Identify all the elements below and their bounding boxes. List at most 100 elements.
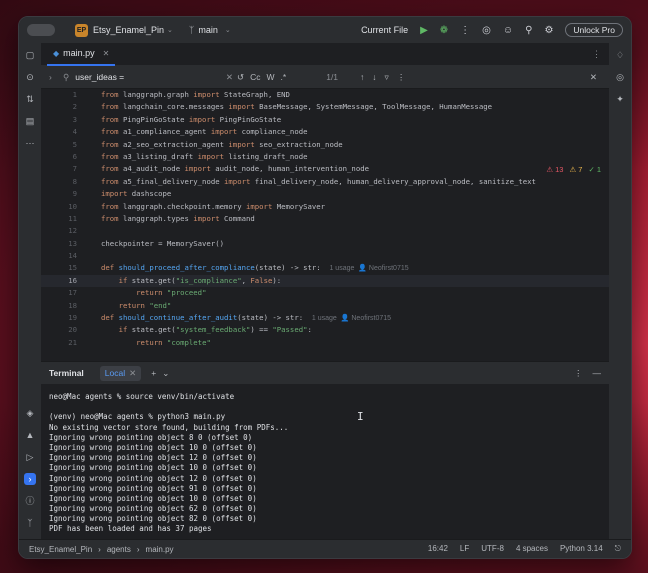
python-packages-icon[interactable]: ◈ xyxy=(24,407,36,419)
breadcrumb-folder[interactable]: agents xyxy=(107,545,131,554)
regex-toggle[interactable]: .* xyxy=(281,72,287,83)
filter-icon[interactable]: ▿ xyxy=(385,72,389,83)
chevron-right-icon[interactable]: › xyxy=(49,72,52,82)
code-line[interactable]: 2 from langchain_core.messages import Bas… xyxy=(41,101,609,113)
breadcrumb-file[interactable]: main.py xyxy=(146,545,174,554)
run-config-selector[interactable]: Current File xyxy=(361,25,408,35)
search-icon[interactable]: ⚲ xyxy=(525,25,532,36)
line-number: 7 xyxy=(72,164,77,174)
bell-icon[interactable]: ♢ xyxy=(614,49,626,61)
pull-request-icon[interactable]: ⇅ xyxy=(24,93,36,105)
more-icon[interactable]: ⋮ xyxy=(574,368,583,379)
plugin-icon[interactable]: ✦ xyxy=(614,93,626,105)
line-number: 8 xyxy=(72,176,77,186)
indent-setting[interactable]: 4 spaces xyxy=(516,544,548,554)
code-text: from langgraph.checkpoint.memory import … xyxy=(101,201,326,211)
code-line[interactable]: 15 def should_proceed_after_compliance(st… xyxy=(41,262,609,274)
ide-window: EP Etsy_Enamel_Pin ⌄ ᛉ main ⌄ Current Fi… xyxy=(18,16,632,559)
terminal-line: Ignoring wrong pointing object 91 0 (off… xyxy=(49,483,257,493)
code-editor[interactable]: 1 from langgraph.graph import StateGraph,… xyxy=(41,89,609,361)
more-icon[interactable]: ⋮ xyxy=(592,49,601,60)
code-text: if state.get("system_feedback") == "Pass… xyxy=(118,325,312,335)
clear-icon[interactable]: ✕ xyxy=(226,72,233,83)
code-line[interactable]: 16 if state.get("is_compliance", False): xyxy=(41,274,609,288)
debug-icon[interactable]: ❁ xyxy=(440,25,448,36)
code-text: return "complete" xyxy=(136,337,211,347)
code-line[interactable]: 7 from a4_audit_node import audit_node, h… xyxy=(41,163,609,175)
terminal-icon[interactable]: › xyxy=(24,473,36,485)
add-tab-icon[interactable]: + xyxy=(151,368,156,378)
code-line[interactable]: 13 checkpointer = MemorySaver() xyxy=(41,238,609,250)
code-line[interactable]: 8 from a5_final_delivery_node import fina… xyxy=(41,176,609,188)
code-line[interactable]: 20 if state.get("system_feedback") == "P… xyxy=(41,324,609,336)
line-separator[interactable]: LF xyxy=(460,544,469,554)
line-number: 16 xyxy=(68,275,77,285)
code-line[interactable]: 10 from langgraph.checkpoint.memory impor… xyxy=(41,201,609,213)
code-line[interactable]: 5 from a2_seo_extraction_agent import seo… xyxy=(41,139,609,151)
branch-selector[interactable]: ᛉ main ⌄ xyxy=(189,25,231,35)
inspection-widget[interactable]: ⚠ 13 ⚠ 7 ✓ 1 xyxy=(546,165,601,174)
line-number: 13 xyxy=(68,238,77,248)
code-line[interactable]: 6 from a3_listing_draft import listing_dr… xyxy=(41,151,609,163)
history-icon[interactable]: ↺ xyxy=(237,72,244,83)
whole-word-toggle[interactable]: W xyxy=(267,72,275,83)
minimize-icon[interactable]: — xyxy=(593,368,602,379)
code-text: from langgraph.types import Command xyxy=(101,213,255,223)
cursor-position[interactable]: 16:42 xyxy=(428,544,448,554)
terminal-output[interactable]: neo@Mac agents % source venv/bin/activat… xyxy=(41,384,609,540)
left-tool-bar: ▢ ⊙ ⇅ ▤ ⋯ ◈ ▲ ▷ › ⓘ ᛉ xyxy=(19,43,42,540)
find-query[interactable]: user_ideas = xyxy=(75,72,124,82)
error-count: ⚠ 13 xyxy=(546,165,564,174)
line-number: 4 xyxy=(72,127,77,137)
chevron-down-icon[interactable]: ⌄ xyxy=(162,368,169,379)
close-icon[interactable]: ✕ xyxy=(129,368,136,379)
layers-icon[interactable]: ▲ xyxy=(24,429,36,441)
line-number: 12 xyxy=(68,226,77,236)
ai-assistant-icon[interactable]: ◎ xyxy=(482,25,491,36)
code-line[interactable]: 18 return "end" xyxy=(41,300,609,312)
close-icon[interactable]: ✕ xyxy=(590,72,597,83)
gear-icon[interactable]: ⚙ xyxy=(544,25,553,36)
breadcrumb-project[interactable]: Etsy_Enamel_Pin xyxy=(29,545,92,554)
file-encoding[interactable]: UTF-8 xyxy=(481,544,504,554)
add-user-icon[interactable]: ☺ xyxy=(503,25,513,36)
terminal-line: Ignoring wrong pointing object 12 0 (off… xyxy=(49,453,257,463)
code-text: from a4_audit_node import audit_node, hu… xyxy=(101,164,369,174)
code-line[interactable]: 4 from a1_compliance_agent import complia… xyxy=(41,126,609,138)
code-line[interactable]: 21 return "complete" xyxy=(41,337,609,349)
folder-icon[interactable]: ▢ xyxy=(24,49,36,61)
line-number: 2 xyxy=(72,102,77,112)
code-line[interactable]: 9 import dashscope xyxy=(41,188,609,200)
run-icon[interactable]: ▶ xyxy=(420,25,428,36)
more-tools-icon[interactable]: ⋯ xyxy=(24,137,36,149)
chevron-down-icon[interactable]: ⌄ xyxy=(167,26,173,34)
commit-icon[interactable]: ⊙ xyxy=(24,71,36,83)
match-case-toggle[interactable]: Cc xyxy=(250,72,260,83)
structure-icon[interactable]: ▤ xyxy=(24,115,36,127)
code-line[interactable]: 11 from langgraph.types import Command xyxy=(41,213,609,225)
python-interpreter[interactable]: Python 3.14 xyxy=(560,544,603,554)
code-line[interactable]: 12 xyxy=(41,225,609,237)
tab-main-py[interactable]: ◆ main.py ✕ xyxy=(47,42,116,66)
unlock-pro-button[interactable]: Unlock Pro xyxy=(565,23,623,37)
text-cursor-icon: I xyxy=(357,410,364,423)
code-line[interactable]: 14 xyxy=(41,250,609,262)
code-line[interactable]: 3 from PingPinGoState import PingPinGoSta… xyxy=(41,114,609,126)
arrow-down-icon[interactable]: ↓ xyxy=(372,72,376,83)
arrow-up-icon[interactable]: ↑ xyxy=(360,72,364,83)
git-icon[interactable]: ᛉ xyxy=(24,517,36,529)
lock-icon[interactable]: ⎋ xyxy=(615,544,621,554)
problems-icon[interactable]: ⓘ xyxy=(24,495,36,507)
more-icon[interactable]: ⋮ xyxy=(397,72,406,83)
services-icon[interactable]: ▷ xyxy=(24,451,36,463)
window-controls[interactable] xyxy=(27,24,55,36)
find-input[interactable]: ⚲ user_ideas = ✕ xyxy=(63,72,233,83)
more-icon[interactable]: ⋮ xyxy=(460,25,470,36)
ai-chat-icon[interactable]: ◎ xyxy=(614,71,626,83)
code-line[interactable]: 19 def should_continue_after_audit(state)… xyxy=(41,312,609,324)
close-icon[interactable]: ✕ xyxy=(103,49,110,58)
code-line[interactable]: 1 from langgraph.graph import StateGraph,… xyxy=(41,89,609,101)
terminal-tab-local[interactable]: Local ✕ xyxy=(99,365,142,381)
code-line[interactable]: 17 return "proceed" xyxy=(41,287,609,299)
project-name[interactable]: Etsy_Enamel_Pin xyxy=(93,25,164,35)
